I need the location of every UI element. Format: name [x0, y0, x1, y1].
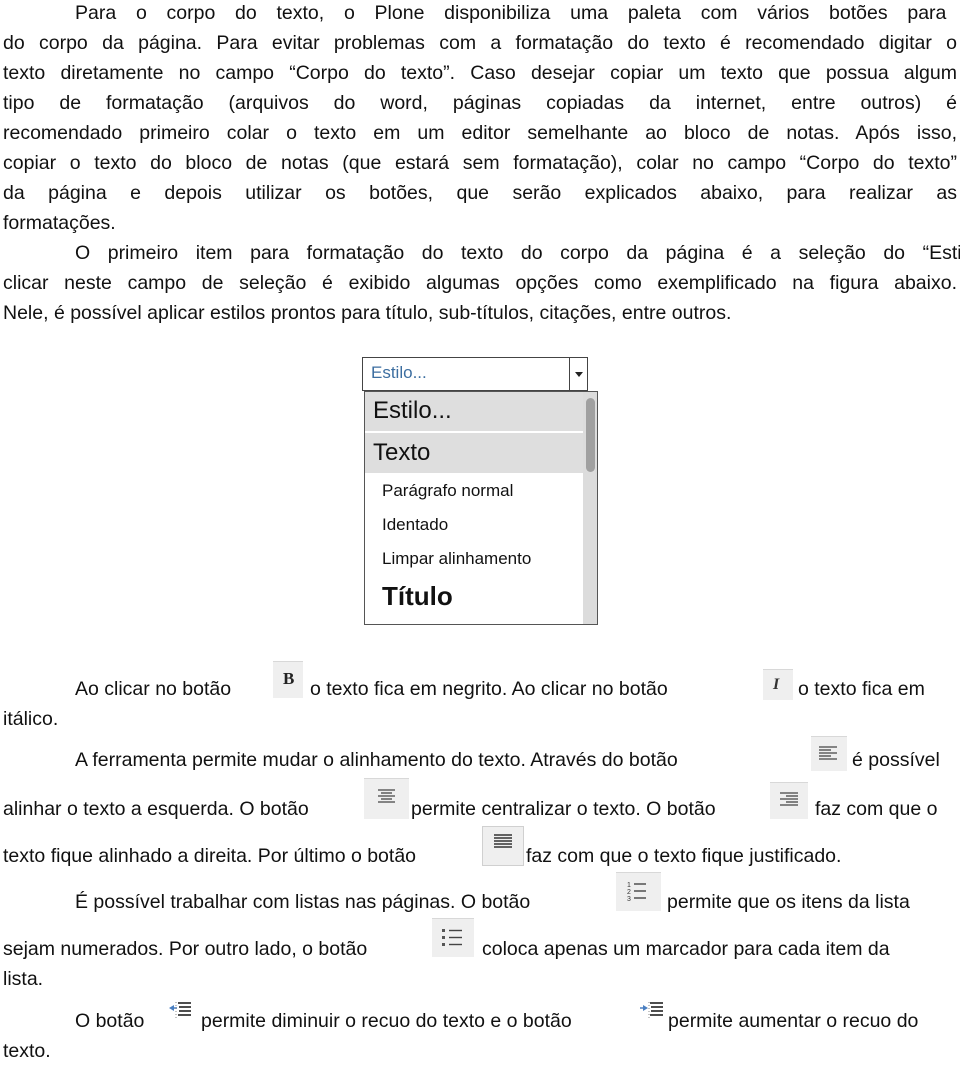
text-line: Para o corpo do texto, o Plone disponibi… — [75, 2, 960, 24]
align-right-button[interactable] — [770, 782, 808, 819]
align-left-button[interactable] — [811, 736, 847, 771]
option-label: Texto — [373, 439, 431, 466]
text-segment: É possível trabalhar com listas nas pági… — [75, 891, 531, 913]
option-label: Identado — [382, 515, 449, 534]
numbered-list-button[interactable]: 1 2 3 — [616, 872, 661, 911]
text-line: recomendado primeiro colar o texto em um… — [3, 122, 957, 144]
text-segment: texto. — [3, 1040, 51, 1062]
text-segment: é possível — [852, 749, 940, 771]
indent-button[interactable] — [637, 1000, 667, 1026]
text-line: tipo de formatação (arquivos do word, pá… — [3, 92, 957, 114]
style-options-list: Estilo... Texto Parágrafo normal Identad… — [364, 391, 598, 625]
style-select[interactable]: Estilo... — [362, 357, 588, 391]
align-justify-icon — [494, 834, 512, 848]
text-segment: lista. — [3, 968, 44, 990]
align-left-icon — [819, 746, 837, 760]
scrollbar[interactable] — [583, 392, 597, 624]
svg-text:B: B — [283, 669, 294, 688]
text-segment: alinhar o texto a esquerda. O botão — [3, 798, 309, 820]
bold-button[interactable]: B — [273, 661, 303, 698]
text-segment: Ao clicar no botão — [75, 678, 232, 700]
text-line: texto diretamente no campo “Corpo do tex… — [3, 62, 957, 84]
text-segment: permite que os itens da lista — [667, 891, 910, 913]
chevron-down-icon[interactable] — [569, 358, 587, 390]
svg-text:1: 1 — [627, 882, 631, 889]
text-line: copiar o texto do bloco de notas (que es… — [3, 152, 957, 174]
svg-text:2: 2 — [627, 889, 631, 896]
text-segment: O botão — [75, 1010, 145, 1032]
option-limpar-alinhamento[interactable]: Limpar alinhamento — [365, 544, 583, 576]
text-segment: A ferramenta permite mudar o alinhamento… — [75, 749, 678, 771]
svg-text:I: I — [772, 676, 780, 693]
text-segment: o texto fica em negrito. Ao clicar no bo… — [310, 678, 668, 700]
option-titulo[interactable]: Título — [365, 578, 583, 622]
align-justify-button[interactable] — [482, 826, 524, 866]
numbered-list-icon: 1 2 3 — [627, 882, 646, 903]
text-segment: faz com que o — [815, 798, 938, 820]
option-label: Limpar alinhamento — [382, 549, 532, 568]
align-center-icon — [378, 789, 395, 803]
scrollbar-thumb[interactable] — [586, 398, 595, 472]
text-line: do corpo da página. Para evitar problema… — [3, 32, 957, 54]
text-line: Nele, é possível aplicar estilos prontos… — [3, 302, 732, 324]
outdent-icon — [169, 1002, 191, 1020]
text-line: da página e depois utilizar os botões, q… — [3, 182, 957, 204]
text-segment: sejam numerados. Por outro lado, o botão — [3, 938, 368, 960]
style-select-value: Estilo... — [371, 363, 427, 382]
option-label: Estilo... — [373, 397, 452, 424]
style-dropdown-figure: Estilo... Estilo... Texto Parágrafo norm… — [362, 357, 598, 625]
italic-icon: I — [772, 676, 780, 693]
text-segment: texto fique alinhado a direita. Por últi… — [3, 845, 417, 867]
bulleted-list-icon — [442, 929, 462, 946]
indent-icon — [640, 1002, 663, 1020]
bold-icon: B — [283, 669, 294, 688]
svg-text:3: 3 — [627, 896, 631, 903]
text-segment: faz com que o texto fique justificado. — [526, 845, 842, 867]
bulleted-list-button[interactable] — [432, 918, 474, 957]
text-segment: itálico. — [3, 708, 59, 730]
align-right-icon — [780, 792, 798, 806]
outdent-button[interactable] — [165, 1000, 195, 1026]
text-segment: permite centralizar o texto. O botão — [411, 798, 716, 820]
text-line: O primeiro item para formatação do texto… — [75, 242, 960, 264]
align-center-button[interactable] — [364, 778, 409, 819]
text-line: formatações. — [3, 212, 116, 234]
text-segment: permite aumentar o recuo do — [668, 1010, 919, 1032]
text-segment: permite diminuir o recuo do texto e o bo… — [201, 1010, 572, 1032]
option-label: Parágrafo normal — [382, 481, 514, 500]
italic-button[interactable]: I — [763, 669, 793, 700]
option-identado[interactable]: Identado — [365, 510, 583, 542]
text-segment: o texto fica em — [798, 678, 925, 700]
option-estilo[interactable]: Estilo... — [365, 392, 583, 433]
text-line: clicar neste campo de seleção é exibido … — [3, 272, 957, 294]
text-segment: coloca apenas um marcador para cada item… — [482, 938, 890, 960]
option-label: Título — [382, 581, 453, 611]
option-paragrafo-normal[interactable]: Parágrafo normal — [365, 476, 583, 508]
option-texto[interactable]: Texto — [365, 433, 583, 473]
